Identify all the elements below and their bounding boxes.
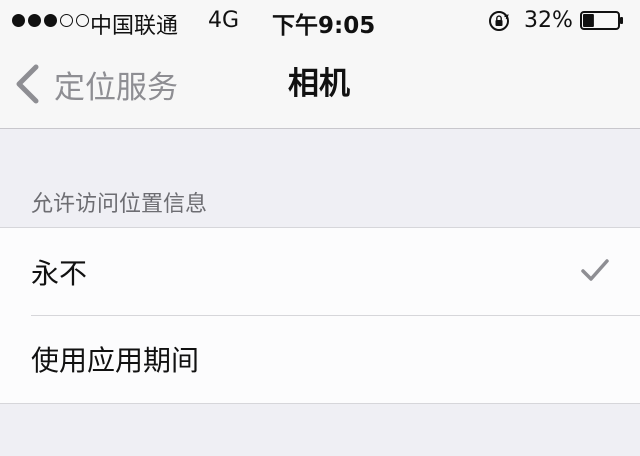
option-label: 使用应用期间	[31, 344, 200, 377]
status-bar: 中国联通 4G 下午9:05 32%	[0, 0, 640, 42]
option-label: 永不	[31, 257, 88, 290]
carrier-name: 中国联通	[90, 14, 179, 39]
network-type: 4G	[208, 8, 240, 33]
back-button[interactable]: 定位服务	[14, 62, 178, 106]
back-button-label: 定位服务	[54, 69, 178, 106]
battery-percentage: 32%	[524, 8, 573, 33]
status-time: 下午9:05	[272, 13, 376, 39]
section-header: 允许访问位置信息	[31, 192, 208, 217]
checkmark-icon	[581, 259, 609, 281]
battery-icon	[580, 11, 623, 30]
signal-dot	[60, 14, 73, 27]
orientation-lock-icon	[489, 11, 509, 31]
signal-dot	[12, 14, 25, 27]
option-while-using[interactable]: 使用应用期间	[0, 315, 640, 402]
signal-strength-icon	[12, 14, 89, 27]
option-never[interactable]: 永不	[0, 228, 640, 316]
chevron-left-icon	[16, 64, 39, 104]
screen: 中国联通 4G 下午9:05 32% 定位服务 相机 允许访问位置信息 永不 使…	[0, 0, 640, 456]
location-access-options: 永不 使用应用期间	[0, 227, 640, 404]
page-title-text: 相机	[288, 66, 350, 102]
signal-dot	[76, 14, 89, 27]
navigation-bar: 定位服务 相机	[0, 42, 640, 129]
signal-dot	[28, 14, 41, 27]
signal-dot	[44, 14, 57, 27]
